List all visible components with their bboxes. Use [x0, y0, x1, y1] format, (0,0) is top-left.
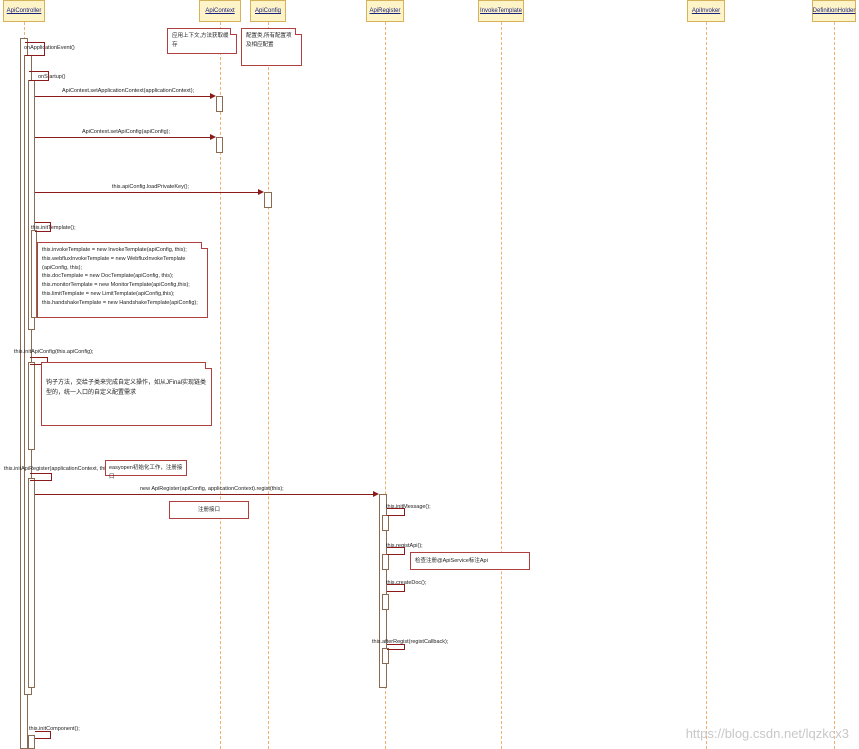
activation-bar	[382, 515, 389, 531]
note-text: 检查注册@ApiService标注Api	[415, 557, 488, 564]
msg-new-api-register: new ApiRegister(apiConfig, applicationCo…	[140, 486, 284, 492]
note-line: 型的，统一入口的自定义配置需求	[46, 389, 137, 396]
activation-bar	[216, 137, 223, 153]
self-call-arrow	[387, 644, 405, 650]
note-line: this.webfluxInvokeTemplate = new Webflux…	[42, 255, 186, 262]
lifeline-definitionholder: DefinitionHolder	[812, 0, 856, 22]
lifeline-line-invoketemplate	[501, 22, 502, 749]
message-arrow	[35, 96, 210, 97]
lifeline-label: ApiInvoker	[691, 8, 721, 14]
lifeline-line-definitionholder	[834, 22, 835, 749]
msg-after-regist: this.afterRegist(registCallback);	[372, 639, 449, 645]
self-call-arrow	[387, 584, 405, 592]
lifeline-apiregister: ApiRegister	[366, 0, 404, 22]
activation-bar	[382, 554, 389, 570]
arrowhead	[210, 93, 216, 99]
message-arrow	[35, 494, 373, 495]
note-text: 注册接口	[197, 506, 220, 513]
note-line: this.handshakeTemplate = new HandshakeTe…	[42, 299, 198, 306]
self-call-arrow	[35, 222, 51, 232]
lifeline-label: ApiController	[6, 8, 42, 14]
lifeline-label: ApiRegister	[369, 8, 401, 14]
self-call-arrow	[35, 731, 51, 739]
note-line: (apiConfig, this);	[42, 264, 83, 271]
lifeline-apiconfig: ApiConfig	[250, 0, 286, 22]
activation-bar	[264, 192, 272, 208]
message-arrow	[35, 192, 258, 193]
lifeline-label: ApiConfig	[254, 8, 281, 14]
note-text: easyopen初始化工作，注册接口	[109, 465, 183, 480]
watermark: https://blog.csdn.net/lqzkcx3	[685, 726, 849, 741]
msg-init-api-config: this.initApiConfig(this.apiConfig);	[14, 349, 94, 355]
self-call-arrow	[25, 42, 45, 56]
msg-set-api-config: ApiContext.setApiConfig(apiConfig);	[82, 129, 171, 135]
note-hook-method: 钩子方法，交给子类来完成自定义操作，如从JFinal实现链类 型的，统一入口的自…	[41, 362, 212, 426]
lifeline-line-apiconfig	[268, 22, 269, 749]
note-register: 注册接口	[169, 501, 249, 519]
lifeline-apicontext: ApiContext	[199, 0, 241, 22]
lifeline-line-apicontext	[220, 22, 221, 749]
lifeline-line-apiinvoker	[706, 22, 707, 749]
self-call-arrow	[30, 473, 52, 481]
note-line: this.monitorTemplate = new MonitorTempla…	[42, 282, 190, 289]
arrowhead	[210, 134, 216, 140]
note-text: 应用上下文,方法获取缓存	[172, 33, 229, 48]
message-arrow	[35, 137, 210, 138]
msg-load-private-key: this.apiConfig.loadPrivateKey();	[112, 184, 190, 190]
note-text: 配置类,所有配置项及相应配置	[246, 33, 292, 48]
note-apiconfig: 配置类,所有配置项及相应配置	[241, 28, 302, 66]
activation-bar	[28, 735, 35, 749]
note-line: this.docTemplate = new DocTemplate(apiCo…	[42, 273, 174, 280]
self-call-arrow	[387, 547, 405, 555]
lifeline-label: InvokeTemplate	[479, 8, 523, 14]
activation-bar	[382, 594, 389, 610]
note-easyopen: easyopen初始化工作，注册接口	[105, 460, 187, 480]
lifeline-apicontroller: ApiController	[3, 0, 45, 22]
sequence-diagram: ApiController ApiContext ApiConfig ApiRe…	[0, 0, 859, 749]
lifeline-invoketemplate: InvokeTemplate	[478, 0, 524, 22]
lifeline-apiinvoker: ApiInvoker	[687, 0, 725, 22]
lifeline-label: DefinitionHolder	[812, 8, 856, 14]
activation-bar	[216, 96, 223, 112]
arrowhead	[373, 491, 379, 497]
note-line: 钩子方法，交给子类来完成自定义操作，如从JFinal实现链类	[46, 380, 207, 386]
activation-bar	[28, 362, 35, 450]
self-call-arrow	[29, 71, 49, 81]
lifeline-label: ApiContext	[205, 8, 235, 14]
note-regist-api: 检查注册@ApiService标注Api	[410, 552, 530, 570]
activation-bar	[28, 478, 35, 688]
note-template-init: this.invokeTemplate = new InvokeTemplate…	[37, 242, 208, 318]
note-line: this.limitTemplate = new LimitTemplate(a…	[42, 290, 175, 297]
arrowhead	[258, 189, 264, 195]
note-line: this.invokeTemplate = new InvokeTemplate…	[42, 247, 187, 253]
self-call-arrow	[387, 508, 405, 516]
msg-set-application-context: ApiContext.setApplicationContext(applica…	[62, 88, 195, 94]
note-apicontext: 应用上下文,方法获取缓存	[167, 28, 237, 54]
activation-bar	[382, 648, 389, 664]
